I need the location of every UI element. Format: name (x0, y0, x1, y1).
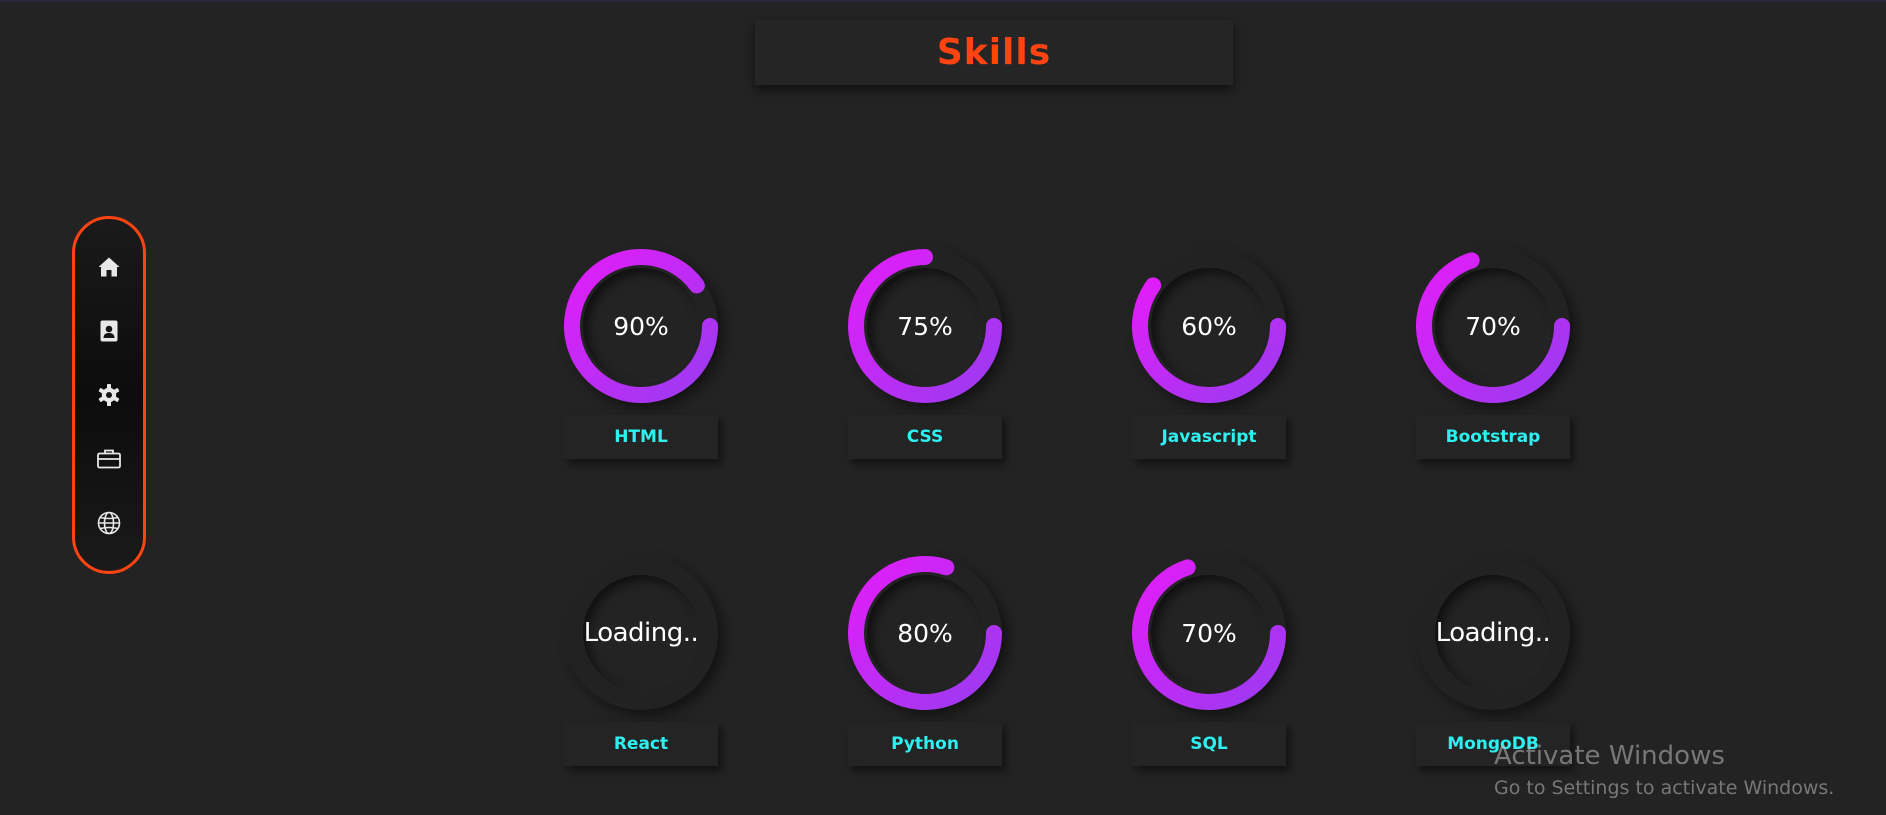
watermark-title: Activate Windows (1494, 741, 1725, 771)
skill-label: Bootstrap (1416, 415, 1570, 459)
skill-card-python: 80% Python (848, 556, 1002, 766)
skill-ring: Loading.. (564, 556, 718, 710)
skill-card-css: 75% CSS (848, 249, 1002, 459)
globe-icon (96, 510, 122, 536)
skill-card-react: Loading.. React (564, 556, 718, 766)
skill-percent: 75% (897, 311, 953, 341)
skill-ring: 90% (564, 249, 718, 403)
home-icon (97, 255, 121, 279)
skill-ring: 70% (1132, 556, 1286, 710)
skill-ring: 60% (1132, 249, 1286, 403)
sidebar-item-home[interactable] (87, 245, 131, 289)
skill-ring: 75% (848, 249, 1002, 403)
skill-card-javascript: 60% Javascript (1132, 249, 1286, 459)
sidebar-nav (72, 216, 146, 574)
skill-card-sql: 70% SQL (1132, 556, 1286, 766)
skill-ring: Loading.. (1416, 556, 1570, 710)
sidebar-item-settings[interactable] (87, 373, 131, 417)
skill-card-bootstrap: 70% Bootstrap (1416, 249, 1570, 459)
skill-percent: 60% (1181, 311, 1237, 341)
page-header: Skills (755, 20, 1233, 85)
skill-ring: 80% (848, 556, 1002, 710)
skill-card-html: 90% HTML (564, 249, 718, 459)
skill-label: Javascript (1132, 415, 1286, 459)
sidebar-item-web[interactable] (87, 501, 131, 545)
skill-label: CSS (848, 415, 1002, 459)
skill-percent: 90% (613, 311, 669, 341)
skill-label: React (564, 722, 718, 766)
watermark-subtitle: Go to Settings to activate Windows. (1494, 777, 1835, 799)
contact-card-icon (97, 319, 121, 343)
skill-ring: 70% (1416, 249, 1570, 403)
skill-label: HTML (564, 415, 718, 459)
skill-percent: Loading.. (1435, 618, 1551, 648)
skill-label: SQL (1132, 722, 1286, 766)
skill-percent: 70% (1465, 311, 1521, 341)
sidebar-item-contact[interactable] (87, 309, 131, 353)
skill-label: Python (848, 722, 1002, 766)
page-title: Skills (936, 32, 1052, 73)
skill-percent: 70% (1181, 618, 1237, 648)
activation-watermark: Activate Windows Go to Settings to activ… (1494, 740, 1874, 802)
briefcase-icon (96, 447, 122, 471)
skill-percent: 80% (897, 618, 953, 648)
gear-icon (97, 383, 121, 407)
sidebar-item-portfolio[interactable] (87, 437, 131, 481)
skill-card-mongodb: Loading.. MongoDB (1416, 556, 1570, 766)
top-border (0, 0, 1886, 2)
skill-percent: Loading.. (583, 618, 699, 648)
